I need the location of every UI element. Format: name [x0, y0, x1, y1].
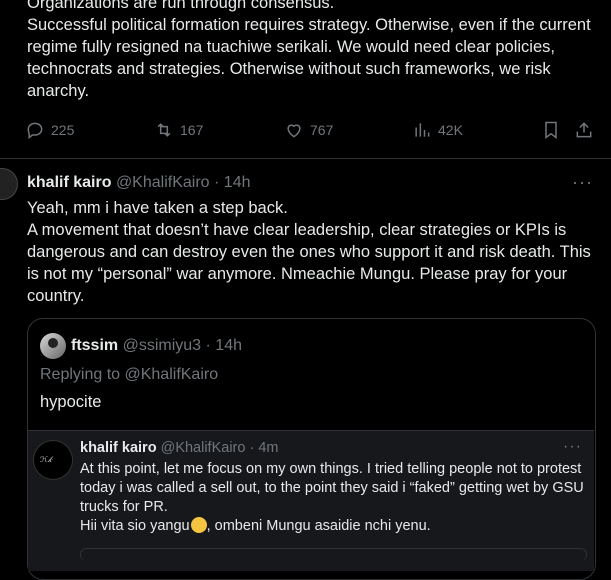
media-card-edge	[80, 548, 587, 561]
quoted-tweet-text: hypocite	[40, 393, 102, 411]
views-icon	[415, 123, 430, 137]
tweet-text: Yeah, mm i have taken a step back. A mov…	[27, 197, 602, 307]
reply-button[interactable]: 225	[25, 120, 74, 140]
repost-icon	[157, 123, 171, 137]
timestamp[interactable]: · 14h	[214, 174, 250, 191]
avatar[interactable]	[40, 333, 66, 359]
tweet-text: Organizations are run through consensus.…	[27, 0, 607, 102]
avatar[interactable]	[0, 168, 18, 200]
text-segment: Hii vita sio yangu	[80, 518, 190, 534]
tweet-text-line: A movement that doesn’t have clear leade…	[27, 221, 591, 305]
tweet-action-bar: 225 167 767 42K	[0, 120, 611, 146]
more-options-icon[interactable]: ···	[572, 172, 593, 193]
display-name[interactable]: khalif kairo	[27, 174, 111, 191]
avatar[interactable]: ℋ𝓀	[33, 440, 73, 480]
share-button[interactable]	[574, 120, 594, 140]
timestamp: · 4m	[249, 440, 279, 456]
like-count: 767	[310, 122, 334, 138]
nested-tweet-header: khalif kairo @KhalifKairo · 4m	[80, 440, 278, 456]
display-name: ftssim	[71, 337, 119, 354]
timestamp: · 14h	[205, 337, 242, 354]
username: @KhalifKairo	[160, 440, 246, 456]
like-icon	[287, 124, 301, 138]
display-name: khalif kairo	[80, 440, 157, 456]
tweet-text-line: Yeah, mm i have taken a step back.	[27, 199, 288, 217]
avatar-signature: ℋ𝓀	[40, 455, 53, 464]
reply-count: 225	[51, 122, 75, 138]
quoted-tweet-header: ftssim @ssimiyu3 · 14h	[71, 337, 242, 355]
bookmark-icon	[545, 121, 557, 139]
views-button[interactable]: 42K	[412, 120, 463, 140]
tweet-text-line: Successful political formation requires …	[27, 16, 591, 100]
like-button[interactable]: 767	[284, 120, 333, 140]
tweet-text-line: Hii vita sio yangu , ombeni Mungu asaidie…	[80, 517, 585, 536]
tweet-header: khalif kairo @KhalifKairo · 14h	[27, 173, 250, 193]
reply-icon	[27, 122, 43, 139]
text-segment: , ombeni Mungu asaidie nchi yenu.	[206, 518, 431, 534]
replying-to: Replying to @KhalifKairo	[40, 366, 219, 383]
sweat-smile-emoji-icon	[190, 517, 207, 533]
bookmark-button[interactable]	[541, 120, 561, 140]
username: @ssimiyu3	[122, 337, 202, 354]
nested-tweet-text: At this point, let me focus on my own th…	[80, 460, 585, 536]
username[interactable]: @KhalifKairo	[116, 174, 210, 191]
tweet-text-line: At this point, let me focus on my own th…	[80, 461, 584, 515]
share-icon	[576, 122, 592, 138]
tweet-divider	[0, 158, 611, 159]
repost-button[interactable]: 167	[154, 120, 203, 140]
views-count: 42K	[438, 122, 463, 138]
more-options-icon[interactable]: ···	[563, 438, 582, 456]
repost-count: 167	[180, 122, 204, 138]
tweet-text-line: Organizations are run through consensus.	[27, 0, 335, 12]
